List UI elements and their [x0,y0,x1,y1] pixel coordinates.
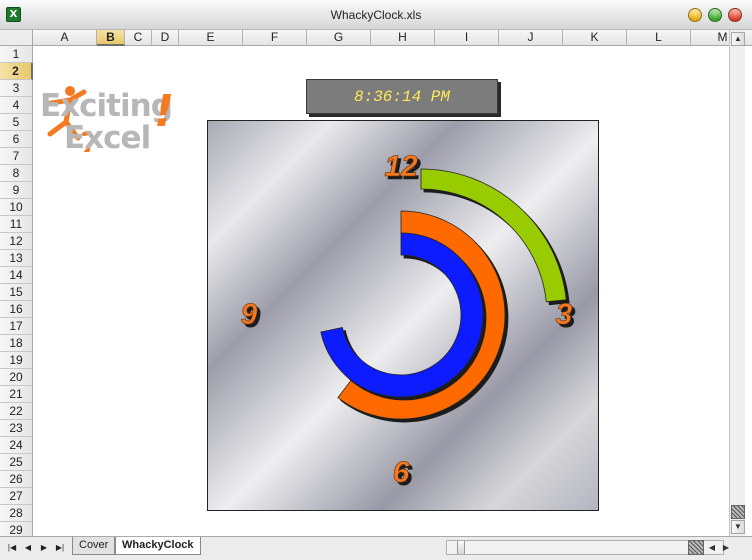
row-header-13[interactable]: 13 [0,250,33,267]
column-header-f[interactable]: F [243,30,307,46]
column-header-e[interactable]: E [179,30,243,46]
numeral-12: 12 [384,150,418,183]
row-header-2[interactable]: 2 [0,63,33,80]
row-header-16[interactable]: 16 [0,301,33,318]
column-header-h[interactable]: H [371,30,435,46]
vertical-scrollbar[interactable]: ▲ ▼ [729,30,745,536]
row-header-25[interactable]: 25 [0,454,33,471]
column-header-j[interactable]: J [499,30,563,46]
row-header-15[interactable]: 15 [0,284,33,301]
horizontal-scroll-grip[interactable] [688,540,704,555]
numeral-9: 9 [241,298,258,331]
row-header-8[interactable]: 8 [0,165,33,182]
row-header-28[interactable]: 28 [0,505,33,522]
row-header-18[interactable]: 18 [0,335,33,352]
row-header-1[interactable]: 1 [0,46,33,63]
logo-exclamation: ! [154,86,175,137]
row-header-22[interactable]: 22 [0,403,33,420]
row-header-9[interactable]: 9 [0,182,33,199]
row-header-20[interactable]: 20 [0,369,33,386]
numeral-3: 3 [556,298,573,331]
sheet-tab-whackyclock[interactable]: WhackyClock [115,537,201,555]
prev-sheet-icon[interactable]: ◀ [22,541,34,554]
row-header-11[interactable]: 11 [0,216,33,233]
logo-word-excel: Excel [64,120,151,156]
column-header-b[interactable]: B [97,30,125,46]
row-header-14[interactable]: 14 [0,267,33,284]
row-header-29[interactable]: 29 [0,522,33,536]
select-all-corner[interactable] [0,30,33,46]
horizontal-scrollbar[interactable] [446,540,724,555]
title-bar: X WhackyClock.xls [0,0,752,30]
maximize-button[interactable] [708,8,722,22]
scroll-up-button[interactable]: ▲ [731,32,745,46]
first-sheet-icon[interactable]: |◀ [6,541,18,554]
last-sheet-icon[interactable]: ▶| [54,541,66,554]
row-header-6[interactable]: 6 [0,131,33,148]
row-header-4[interactable]: 4 [0,97,33,114]
scroll-right-icon[interactable]: ▶ [720,540,732,555]
hour-ring [320,232,484,398]
row-header-17[interactable]: 17 [0,318,33,335]
sheet-tab-bar: |◀ ◀ ▶ ▶| Cover WhackyClock ◀ ▶ [0,536,752,560]
row-header-5[interactable]: 5 [0,114,33,131]
row-header-12[interactable]: 12 [0,233,33,250]
numeral-6: 6 [393,456,410,489]
close-button[interactable] [728,8,742,22]
row-header-3[interactable]: 3 [0,80,33,97]
column-header-d[interactable]: D [152,30,179,46]
column-header-g[interactable]: G [307,30,371,46]
row-header-19[interactable]: 19 [0,352,33,369]
logo-word-exciting: Exciting [40,88,173,124]
clock-face: 12 3 6 9 [207,120,599,511]
clock-rings: 12 3 6 9 [240,150,573,490]
horizontal-scroll-thumb[interactable] [457,541,465,554]
column-header-a[interactable]: A [33,30,97,46]
row-header-27[interactable]: 27 [0,488,33,505]
row-header-21[interactable]: 21 [0,386,33,403]
sheet-tab-cover[interactable]: Cover [72,537,116,555]
spreadsheet-grid[interactable]: ABCDEFGHIJKLM 1 2 3 4 5 6 7 8 9 10 11 12 13 14 15 16 17 1… [0,30,752,536]
digital-clock-display: 8:36:14 PM [306,79,498,114]
row-header-23[interactable]: 23 [0,420,33,437]
column-header-i[interactable]: I [435,30,499,46]
column-header-k[interactable]: K [563,30,627,46]
row-header-7[interactable]: 7 [0,148,33,165]
scroll-left-icon[interactable]: ◀ [706,540,718,555]
row-header-10[interactable]: 10 [0,199,33,216]
row-header-26[interactable]: 26 [0,471,33,488]
column-header-l[interactable]: L [627,30,691,46]
exciting-excel-logo: Exciting Excel ! [36,86,176,160]
window-title: WhackyClock.xls [330,8,422,22]
row-header-24[interactable]: 24 [0,437,33,454]
next-sheet-icon[interactable]: ▶ [38,541,50,554]
scroll-grip[interactable] [731,505,745,519]
minimize-button[interactable] [688,8,702,22]
column-header-c[interactable]: C [125,30,152,46]
scroll-down-button[interactable]: ▼ [731,520,745,534]
